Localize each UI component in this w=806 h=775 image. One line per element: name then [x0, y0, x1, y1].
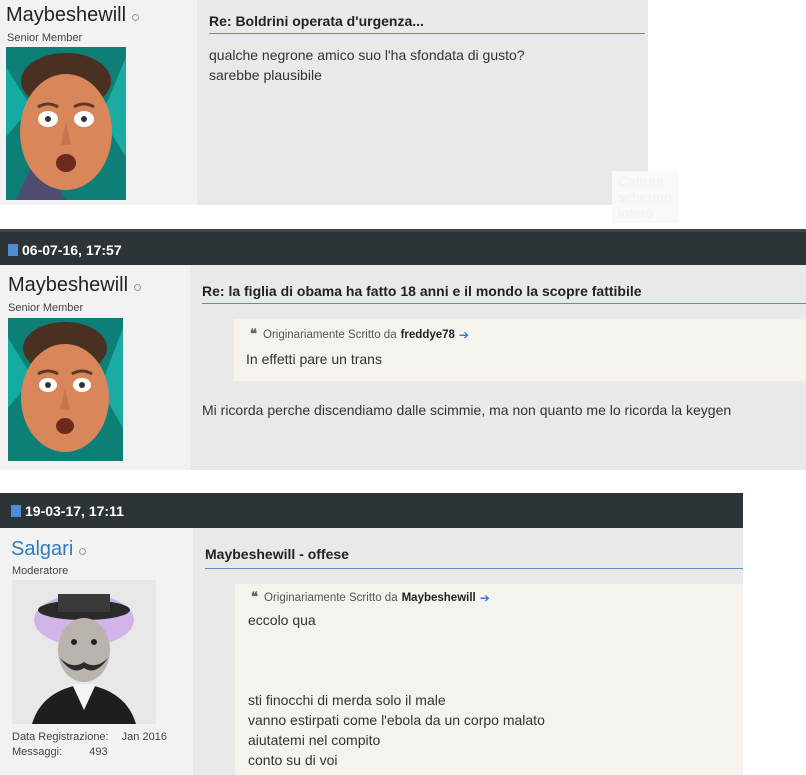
post-title: Re: Boldrini operata d'urgenza... [209, 13, 424, 29]
username-link[interactable]: Maybeshewill [6, 4, 126, 27]
view-post-arrow-icon[interactable]: ➔ [480, 591, 490, 605]
join-date-value: Jan 2016 [121, 731, 167, 743]
quote-text: eccolo qua sti finocchi di merda solo il… [248, 612, 545, 768]
offline-status-icon [134, 284, 142, 291]
quote-author-link[interactable]: Maybeshewill [402, 592, 476, 604]
quote-block: ❝ Originariamente Scritto da Maybeshewil… [235, 584, 743, 775]
post-title: Maybeshewill - offese [205, 546, 349, 562]
post-date: 19-03-17, 17:11 [25, 502, 124, 519]
quote-icon: ❝ [251, 590, 258, 605]
view-post-arrow-icon[interactable]: ➔ [459, 328, 469, 342]
join-date-label: Data Registrazione: [12, 731, 109, 743]
post-body: Mi ricorda perche discendiamo dalle scim… [202, 402, 732, 418]
user-title: Senior Member [7, 32, 83, 44]
avatar[interactable] [6, 47, 126, 200]
avatar[interactable] [8, 318, 123, 461]
post-content: Maybeshewill - offese ❝ Originariamente … [193, 528, 743, 775]
quote-author-link[interactable]: freddye78 [401, 329, 455, 341]
quote-text: In effetti pare un trans [246, 351, 382, 367]
username-link[interactable]: Maybeshewill [8, 274, 128, 297]
offline-status-icon [79, 548, 87, 555]
post-date: 06-07-16, 17:57 [22, 242, 122, 258]
post-content: Re: la figlia di obama ha fatto 18 anni … [190, 265, 806, 470]
user-title: Moderatore [12, 565, 69, 577]
user-title: Senior Member [8, 302, 84, 314]
post-1: Maybeshewill Senior Member Re: Boldrini … [0, 0, 678, 223]
avatar-face-image [8, 318, 123, 461]
avatar-portrait-image [12, 580, 156, 724]
post-content: Re: Boldrini operata d'urgenza... qualch… [197, 0, 648, 205]
post-title: Re: la figlia di obama ha fatto 18 anni … [202, 283, 642, 299]
screenshot-tooltip: Cattura schermo intero [612, 171, 678, 223]
user-info: Salgari Moderatore Data Registrazione: J… [0, 528, 193, 775]
quote-header: ❝ Originariamente Scritto da freddye78 ➔ [250, 327, 469, 342]
title-underline [209, 33, 645, 34]
quote-icon: ❝ [250, 327, 257, 342]
offline-status-icon [132, 14, 140, 21]
user-info: Maybeshewill Senior Member [0, 0, 197, 205]
post-count-value: 493 [89, 746, 108, 758]
post-document-icon [8, 244, 18, 256]
title-underline [202, 303, 806, 304]
quote-block: ❝ Originariamente Scritto da freddye78 ➔… [234, 319, 806, 381]
avatar[interactable] [12, 580, 156, 724]
username-link[interactable]: Salgari [11, 538, 73, 561]
post-date-bar: 19-03-17, 17:11 [0, 493, 743, 528]
post-date-bar: 06-07-16, 17:57 [0, 229, 806, 268]
post-body: qualche negrone amico suo l'ha sfondata … [209, 47, 525, 83]
post-document-icon [11, 504, 21, 517]
post-count-label: Messaggi: [12, 746, 63, 758]
post-2: Maybeshewill Senior Member Re: la figlia… [0, 265, 806, 470]
user-info: Maybeshewill Senior Member [0, 265, 190, 470]
avatar-face-image [6, 47, 126, 200]
post-3: Salgari Moderatore Data Registrazione: J… [0, 528, 806, 775]
title-underline [205, 568, 743, 569]
quote-header: ❝ Originariamente Scritto da Maybeshewil… [251, 590, 490, 605]
